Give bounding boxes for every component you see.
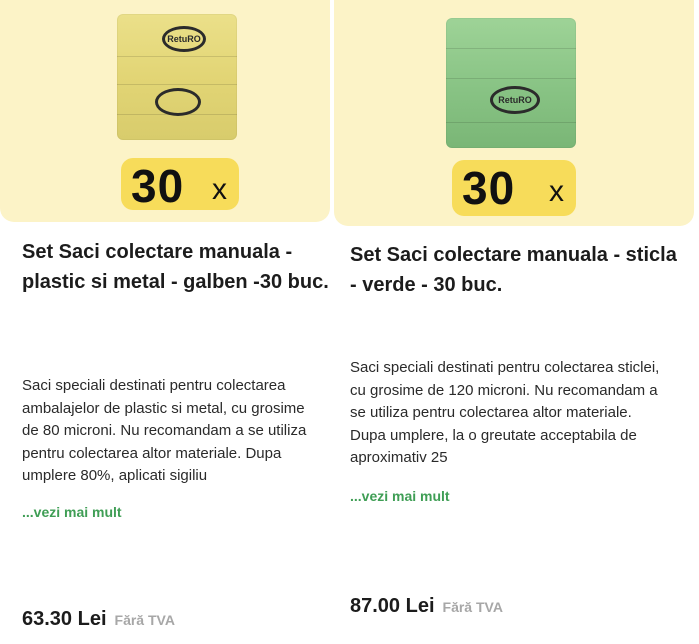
- product-image[interactable]: RetuRO 30 x: [0, 0, 330, 222]
- collection-bag-image: RetuRO: [446, 18, 576, 148]
- see-more-link[interactable]: ...vezi mai mult: [22, 504, 122, 520]
- vat-label: Fără TVA: [114, 612, 175, 628]
- price-row: 63.30 Lei Fără TVA: [22, 608, 175, 631]
- product-image[interactable]: RetuRO 30 x: [334, 0, 694, 226]
- collection-bag-image: RetuRO: [117, 14, 237, 140]
- product-price: 87.00 Lei: [350, 595, 435, 617]
- returo-logo: RetuRO: [490, 86, 540, 114]
- product-price: 63.30 Lei: [22, 608, 107, 630]
- quantity-badge: 30 x: [452, 160, 576, 216]
- product-card[interactable]: RetuRO 30 x Set Saci colectare manuala -…: [334, 0, 694, 617]
- returo-logo: RetuRO: [162, 26, 206, 52]
- quantity-badge: 30 x: [121, 158, 239, 212]
- quantity-suffix: x: [212, 173, 227, 206]
- product-description: Saci speciali destinati pentru colectare…: [22, 377, 307, 484]
- product-card[interactable]: RetuRO 30 x Set Saci colectare manuala -…: [0, 0, 330, 630]
- see-more-link[interactable]: ...vezi mai mult: [350, 488, 450, 504]
- returo-logo-secondary: [155, 88, 201, 116]
- product-title[interactable]: Set Saci colectare manuala - plastic si …: [22, 237, 332, 297]
- product-description: Saci speciali destinati pentru colectare…: [350, 359, 660, 466]
- quantity-suffix: x: [549, 175, 564, 208]
- vat-label: Fără TVA: [442, 599, 503, 615]
- quantity-number: 30: [462, 162, 516, 214]
- price-row: 87.00 Lei Fără TVA: [350, 595, 503, 618]
- quantity-number: 30: [131, 160, 185, 212]
- product-title[interactable]: Set Saci colectare manuala - sticla - ve…: [350, 240, 680, 300]
